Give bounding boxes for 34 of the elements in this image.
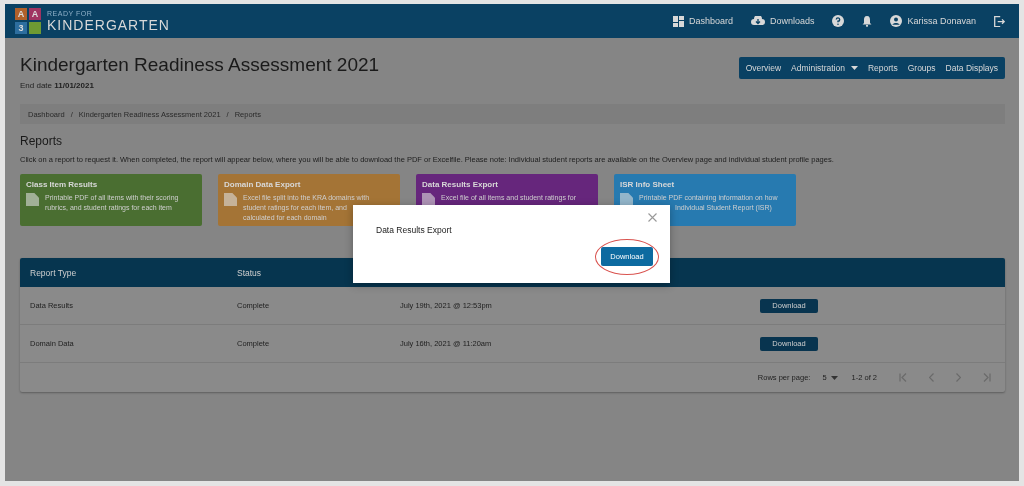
downloads-link[interactable]: Downloads — [750, 16, 815, 26]
column-header: Report Type — [29, 267, 78, 278]
nav-link[interactable]: Administration — [786, 57, 863, 79]
section-heading: Reports — [20, 134, 64, 148]
card-title: Class Item Results — [26, 180, 99, 189]
logout-icon[interactable] — [994, 15, 1005, 27]
user-icon — [890, 15, 903, 27]
next-page-icon[interactable] — [956, 373, 961, 382]
caret-icon — [850, 66, 858, 70]
first-page-icon[interactable] — [899, 373, 907, 382]
nav-link[interactable]: Reports — [862, 57, 903, 79]
logo-title: KINDERGARTEN — [47, 17, 170, 33]
nav-link[interactable]: Data Displays — [940, 57, 1003, 79]
card-title: Domain Data Export — [224, 180, 302, 189]
nav-link[interactable]: Groups — [902, 57, 941, 79]
modal-title: Data Results Export — [376, 225, 453, 235]
end-date: End date 11/01/2021 — [20, 81, 95, 90]
card-title: Data Results Export — [422, 180, 500, 189]
dashboard-link[interactable]: Dashboard — [672, 15, 733, 27]
nav-link[interactable]: Overview — [740, 57, 787, 79]
bell-icon[interactable] — [862, 15, 873, 27]
previous-page-icon[interactable] — [929, 373, 934, 382]
file-icon — [224, 193, 237, 206]
caret-icon — [830, 375, 838, 380]
user-link[interactable]: Karissa Donavan — [890, 15, 976, 27]
last-page-icon[interactable] — [983, 373, 991, 382]
cloud-download-icon — [750, 16, 765, 26]
close-icon[interactable] — [648, 213, 657, 222]
page-title: Kindergarten Readiness Assessment 2021 — [20, 54, 380, 76]
column-header: Status — [237, 267, 263, 278]
file-icon — [26, 193, 39, 206]
grid-icon — [672, 15, 684, 27]
card-title: ISR Info Sheet — [620, 180, 676, 189]
help-icon[interactable] — [832, 15, 845, 27]
